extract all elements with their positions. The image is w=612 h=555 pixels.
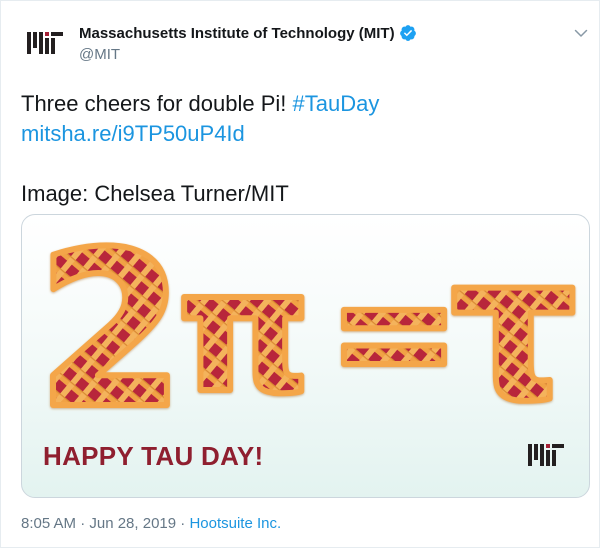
formula-two: 2: [36, 215, 186, 456]
timestamp[interactable]: 8:05 AM · Jun 28, 2019 ·: [21, 515, 189, 532]
url-link[interactable]: mitsha.re/i9TP50uP4Id: [21, 121, 245, 146]
media-image[interactable]: 2 π = τ HAPPY TAU DAY!: [21, 214, 590, 498]
formula-pi: π: [177, 233, 311, 431]
tweet-text-line1: Three cheers for double Pi!: [21, 91, 293, 116]
chevron-down-icon[interactable]: [573, 25, 589, 41]
display-name[interactable]: Massachusetts Institute of Technology (M…: [79, 25, 395, 42]
tweet-meta: 8:05 AM · Jun 28, 2019 · Hootsuite Inc.: [21, 515, 281, 532]
source-link[interactable]: Hootsuite Inc.: [189, 515, 281, 532]
mit-logo-small-icon: [528, 444, 564, 466]
formula-tau: τ: [450, 215, 578, 445]
tweet-text: Three cheers for double Pi! #TauDay mits…: [21, 89, 581, 209]
media-caption: HAPPY TAU DAY!: [43, 441, 264, 471]
tweet-header: Massachusetts Institute of Technology (M…: [21, 19, 593, 67]
mit-logo-icon: [27, 32, 63, 54]
hashtag-link[interactable]: #TauDay: [292, 91, 379, 116]
avatar[interactable]: [21, 19, 69, 67]
formula-equals: =: [327, 238, 461, 425]
verified-badge-icon: [399, 25, 416, 41]
handle[interactable]: @MIT: [79, 46, 417, 63]
author-names[interactable]: Massachusetts Institute of Technology (M…: [79, 24, 417, 63]
image-credit: Image: Chelsea Turner/MIT: [21, 181, 289, 206]
tweet-card[interactable]: Massachusetts Institute of Technology (M…: [0, 0, 600, 548]
